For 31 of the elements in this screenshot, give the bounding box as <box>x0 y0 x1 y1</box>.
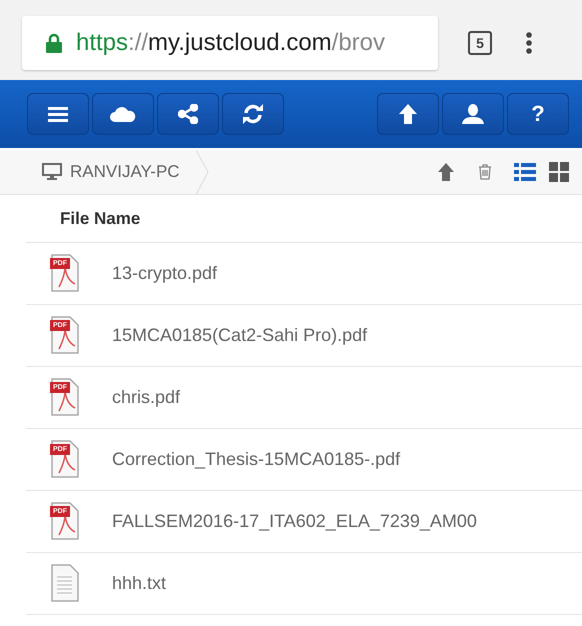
share-icon <box>178 104 198 124</box>
menu-button[interactable] <box>27 93 89 135</box>
file-name[interactable]: Correction_Thesis-15MCA0185-.pdf <box>112 449 400 470</box>
arrow-up-icon <box>399 104 417 124</box>
file-name[interactable]: 13-crypto.pdf <box>112 263 218 284</box>
file-name[interactable]: hhh.txt <box>112 573 166 594</box>
url-text: https://my.justcloud.com/brov <box>76 29 386 57</box>
more-menu-icon[interactable] <box>526 32 532 54</box>
user-button[interactable] <box>442 93 504 135</box>
column-header[interactable]: File Name <box>26 195 582 243</box>
lock-icon <box>46 33 62 53</box>
file-name[interactable]: chris.pdf <box>112 387 180 408</box>
computer-icon <box>42 163 62 181</box>
user-icon <box>462 104 484 124</box>
file-name[interactable]: FALLSEM2016-17_ITA602_ELA_7239_AM00 <box>112 511 477 532</box>
trash-icon[interactable] <box>478 164 492 180</box>
refresh-button[interactable] <box>222 93 284 135</box>
file-name[interactable]: 15MCA0185(Cat2-Sahi Pro).pdf <box>112 325 368 346</box>
cloud-icon <box>110 106 136 122</box>
cloud-button[interactable] <box>92 93 154 135</box>
address-bar[interactable]: https://my.justcloud.com/brov <box>22 16 438 70</box>
help-button[interactable]: ? <box>507 93 569 135</box>
upload-button[interactable] <box>377 93 439 135</box>
refresh-icon <box>242 103 264 125</box>
share-button[interactable] <box>157 93 219 135</box>
tab-count-button[interactable]: 5 <box>468 31 492 55</box>
list-view-icon <box>514 163 536 181</box>
grid-view-icon <box>549 162 569 182</box>
breadcrumb-item[interactable]: RANVIJAY-PC <box>70 162 180 182</box>
menu-icon <box>48 106 68 122</box>
arrow-up-icon[interactable] <box>438 163 454 181</box>
